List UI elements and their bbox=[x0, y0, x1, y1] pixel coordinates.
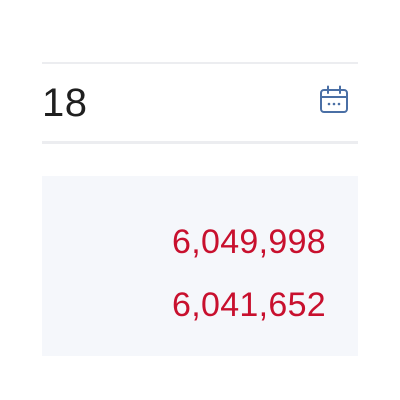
calendar-icon bbox=[318, 84, 350, 121]
page: 18 6,049,998 6,041,652 bbox=[0, 0, 400, 400]
date-field[interactable]: 18 bbox=[42, 62, 358, 144]
result-value-2: 6,041,652 bbox=[172, 286, 326, 324]
calendar-button[interactable] bbox=[317, 85, 351, 119]
date-value: 18 bbox=[42, 81, 88, 125]
results-panel: 6,049,998 6,041,652 bbox=[42, 176, 358, 356]
result-value-1: 6,049,998 bbox=[172, 223, 326, 261]
